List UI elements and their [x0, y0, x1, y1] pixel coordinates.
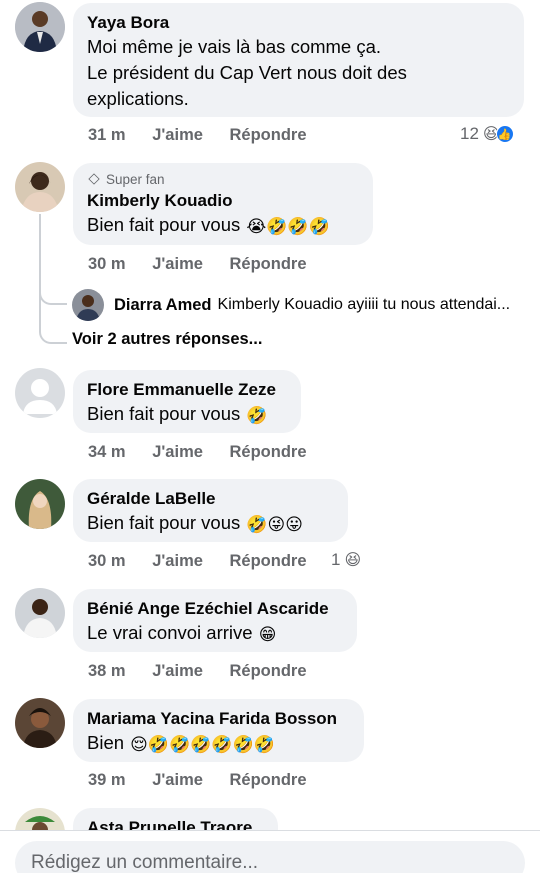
- comment-author[interactable]: Asta Prunelle Traore: [87, 817, 264, 830]
- reply-author[interactable]: Diarra Amed: [114, 296, 212, 315]
- reply-button[interactable]: Répondre: [230, 255, 307, 273]
- comment-author[interactable]: Mariama Yacina Farida Bosson: [87, 708, 350, 730]
- view-more-replies-link[interactable]: Voir 2 autres réponses...: [72, 330, 262, 349]
- comment-time[interactable]: 31 m: [88, 126, 126, 144]
- reply-button[interactable]: Répondre: [230, 443, 307, 461]
- comment-text-body: Bien fait pour vous: [87, 214, 241, 235]
- comment-text-body: Bien fait pour vous: [87, 512, 241, 533]
- haha-reaction-icon: 😆: [344, 552, 362, 569]
- avatar[interactable]: [15, 479, 65, 529]
- reaction-count: 1: [331, 550, 341, 569]
- avatar[interactable]: [15, 698, 65, 748]
- comment-bubble[interactable]: Géralde LaBelle Bien fait pour vous 🤣😜😛: [73, 479, 348, 542]
- comment-time[interactable]: 30 m: [88, 255, 126, 273]
- badge-label: Super fan: [106, 172, 165, 187]
- reply-button[interactable]: Répondre: [230, 662, 307, 680]
- comment-author[interactable]: Flore Emmanuelle Zeze: [87, 379, 287, 401]
- emoji-group: 🤣😜😛: [246, 515, 303, 534]
- comment-author[interactable]: Kimberly Kouadio: [87, 190, 359, 212]
- comment-time[interactable]: 30 m: [88, 552, 126, 570]
- super-fan-badge: Super fan: [87, 171, 359, 189]
- emoji-group: 🤣: [246, 406, 268, 425]
- comment-time[interactable]: 38 m: [88, 662, 126, 680]
- comment-bubble[interactable]: Bénié Ange Ezéchiel Ascaride Le vrai con…: [73, 589, 357, 652]
- reply-button[interactable]: Répondre: [230, 771, 307, 789]
- comment-actions: 30 m J'aime Répondre: [88, 552, 329, 571]
- comment-text-body: Bien: [87, 732, 125, 753]
- comment-time[interactable]: 34 m: [88, 443, 126, 461]
- comment-text-line: explications.: [87, 88, 189, 109]
- comment-bubble[interactable]: Mariama Yacina Farida Bosson Bien 😌🤣🤣🤣🤣🤣…: [73, 699, 364, 762]
- reply-button[interactable]: Répondre: [230, 126, 307, 144]
- comment-author[interactable]: Géralde LaBelle: [87, 488, 334, 510]
- reaction-count: 12: [460, 124, 479, 143]
- like-button[interactable]: J'aime: [152, 443, 203, 461]
- avatar[interactable]: [15, 2, 65, 52]
- comment-text-line: Le président du Cap Vert nous doit des: [87, 62, 407, 83]
- like-button[interactable]: J'aime: [152, 126, 203, 144]
- comment-bubble[interactable]: Flore Emmanuelle Zeze Bien fait pour vou…: [73, 370, 301, 433]
- diamond-icon: [88, 173, 100, 185]
- comment-input[interactable]: [15, 841, 525, 873]
- emoji-group: 😌🤣🤣🤣🤣🤣🤣: [130, 735, 275, 754]
- comment-actions: 34 m J'aime Répondre: [88, 443, 329, 462]
- avatar[interactable]: [15, 368, 65, 418]
- like-button[interactable]: J'aime: [152, 662, 203, 680]
- comments-feed[interactable]: Yaya Bora Moi même je vais là bas comme …: [0, 0, 540, 830]
- thumbs-up-icon: 👍: [495, 125, 514, 143]
- comment-text: Bien fait pour vous 🤣😜😛: [87, 510, 334, 536]
- comment-bubble[interactable]: Super fan Kimberly Kouadio Bien fait pou…: [73, 163, 373, 245]
- comment-bubble[interactable]: Asta Prunelle Traore: [73, 808, 278, 830]
- reply-button[interactable]: Répondre: [230, 552, 307, 570]
- comment-author[interactable]: Bénié Ange Ezéchiel Ascaride: [87, 598, 343, 620]
- comment-actions: 30 m J'aime Répondre: [88, 255, 329, 274]
- avatar[interactable]: [15, 588, 65, 638]
- emoji-group: 😭🤣🤣🤣: [246, 217, 330, 236]
- comment-text: Bien fait pour vous 😭🤣🤣🤣: [87, 212, 359, 238]
- comment-text-line: Moi même je vais là bas comme ça.: [87, 36, 382, 57]
- comment-text: Bien fait pour vous 🤣: [87, 401, 287, 427]
- reply-text: Kimberly Kouadio ayiiii tu nous attendai…: [217, 296, 511, 313]
- reaction-summary[interactable]: 1 😆: [331, 550, 361, 570]
- like-button[interactable]: J'aime: [152, 552, 203, 570]
- avatar[interactable]: [15, 162, 65, 212]
- comment-actions: 31 m J'aime Répondre: [88, 126, 329, 145]
- like-button[interactable]: J'aime: [152, 771, 203, 789]
- avatar[interactable]: [15, 808, 65, 830]
- comment-text: Le vrai convoi arrive 😁: [87, 620, 343, 646]
- comment-text-body: Bien fait pour vous: [87, 403, 241, 424]
- like-button[interactable]: J'aime: [152, 255, 203, 273]
- reaction-summary[interactable]: 12 😆 👍: [460, 124, 514, 144]
- comment-composer: [0, 830, 540, 873]
- comment-text: Bien 😌🤣🤣🤣🤣🤣🤣: [87, 730, 350, 756]
- reply-preview[interactable]: Diarra Amed Kimberly Kouadio ayiiii tu n…: [72, 289, 510, 321]
- comment-author[interactable]: Yaya Bora: [87, 12, 510, 34]
- comment-actions: 38 m J'aime Répondre: [88, 662, 329, 681]
- comment-time[interactable]: 39 m: [88, 771, 126, 789]
- avatar[interactable]: [72, 289, 104, 321]
- comment-text-body: Le vrai convoi arrive: [87, 622, 253, 643]
- emoji-group: 😁: [258, 625, 277, 644]
- comment-actions: 39 m J'aime Répondre: [88, 771, 329, 790]
- comment-bubble[interactable]: Yaya Bora Moi même je vais là bas comme …: [73, 3, 524, 117]
- thread-connector: [39, 300, 67, 344]
